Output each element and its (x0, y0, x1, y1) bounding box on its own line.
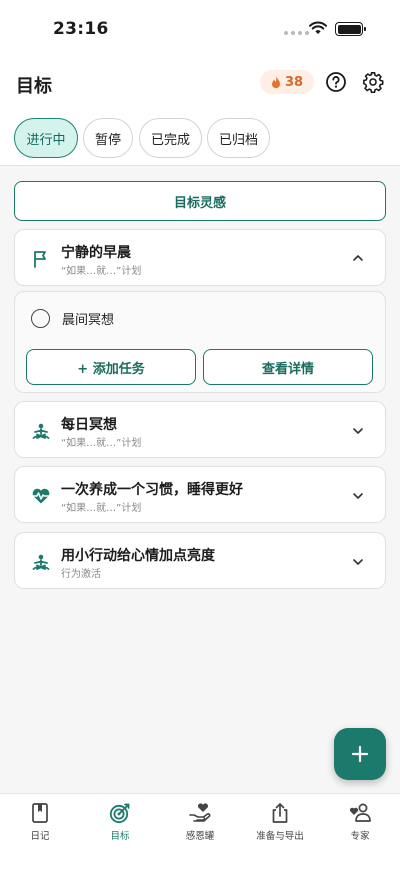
heartbeat-icon (32, 488, 50, 504)
bottom-nav: 日记 目标 感恩罐 准备与导出 专家 (0, 793, 400, 869)
goal-title: 每日冥想 (61, 417, 117, 433)
goal-subtitle: “如果…就…”计划 (61, 503, 142, 514)
nav-label: 目标 (110, 831, 130, 842)
chevron-down-icon[interactable] (351, 489, 365, 503)
chevron-down-icon[interactable] (351, 424, 365, 438)
goal-title: 一次养成一个习惯，睡得更好 (61, 482, 243, 498)
plus-icon (351, 745, 369, 763)
meditation-icon (32, 554, 50, 570)
gratitude-icon (189, 803, 211, 822)
help-icon[interactable] (325, 71, 347, 93)
expert-icon (349, 803, 371, 822)
add-goal-button[interactable] (334, 728, 386, 780)
goal-card-quiet-morning[interactable]: 宁静的早晨 “如果…就…”计划 (14, 229, 386, 286)
streak-badge[interactable]: 38 (260, 70, 314, 94)
status-tabs: 进行中 暂停 已完成 已归档 (0, 106, 400, 166)
nav-item-experts[interactable]: 专家 (320, 802, 400, 852)
flame-icon (271, 75, 280, 88)
goal-title: 宁静的早晨 (61, 245, 131, 261)
task-item[interactable]: 晨间冥想 (31, 309, 114, 328)
streak-count: 38 (284, 74, 304, 90)
signal-dots-icon (284, 31, 309, 35)
journal-icon (32, 803, 48, 823)
add-task-button[interactable]: + 添加任务 (26, 349, 196, 385)
goal-card-daily-meditation[interactable]: 每日冥想 “如果…就…”计划 (14, 401, 386, 458)
battery-icon (335, 22, 366, 36)
meditation-icon (32, 423, 50, 439)
task-label: 晨间冥想 (62, 313, 115, 328)
chevron-down-icon[interactable] (351, 555, 365, 569)
nav-item-gratitude-jar[interactable]: 感恩罐 (160, 802, 240, 852)
goal-expanded-panel: 晨间冥想 + 添加任务 查看详情 (14, 291, 386, 393)
goal-subtitle: 行为激活 (61, 569, 101, 580)
nav-label: 准备与导出 (256, 831, 304, 842)
gear-icon[interactable] (362, 71, 384, 93)
nav-item-goals[interactable]: 目标 (80, 802, 160, 852)
nav-item-journal[interactable]: 日记 (0, 802, 80, 852)
tab-in-progress[interactable]: 进行中 (14, 118, 78, 158)
goal-card-brighten-mood[interactable]: 用小行动给心情加点亮度 行为激活 (14, 532, 386, 589)
nav-item-prepare-export[interactable]: 准备与导出 (240, 802, 320, 852)
view-details-button[interactable]: 查看详情 (203, 349, 373, 385)
goal-inspiration-button[interactable]: 目标灵感 (14, 181, 386, 221)
goal-card-better-sleep[interactable]: 一次养成一个习惯，睡得更好 “如果…就…”计划 (14, 466, 386, 523)
nav-label: 感恩罐 (185, 831, 215, 842)
goal-title: 用小行动给心情加点亮度 (61, 548, 215, 564)
wifi-icon (309, 21, 327, 34)
page-title: 目标 (16, 76, 52, 97)
task-checkbox[interactable] (31, 309, 50, 328)
tab-archived[interactable]: 已归档 (207, 118, 270, 158)
target-icon (109, 803, 130, 824)
status-time: 23:16 (53, 19, 109, 39)
goal-subtitle: “如果…就…”计划 (61, 266, 142, 277)
app-header: 目标 38 (0, 58, 400, 106)
status-bar: 23:16 (0, 0, 400, 58)
goal-subtitle: “如果…就…”计划 (61, 438, 142, 449)
nav-label: 日记 (30, 831, 50, 842)
export-icon (272, 803, 288, 823)
flag-icon (34, 251, 46, 268)
tab-completed[interactable]: 已完成 (139, 118, 202, 158)
tab-paused[interactable]: 暂停 (83, 118, 133, 158)
nav-label: 专家 (350, 831, 370, 842)
chevron-up-icon[interactable] (351, 251, 365, 265)
